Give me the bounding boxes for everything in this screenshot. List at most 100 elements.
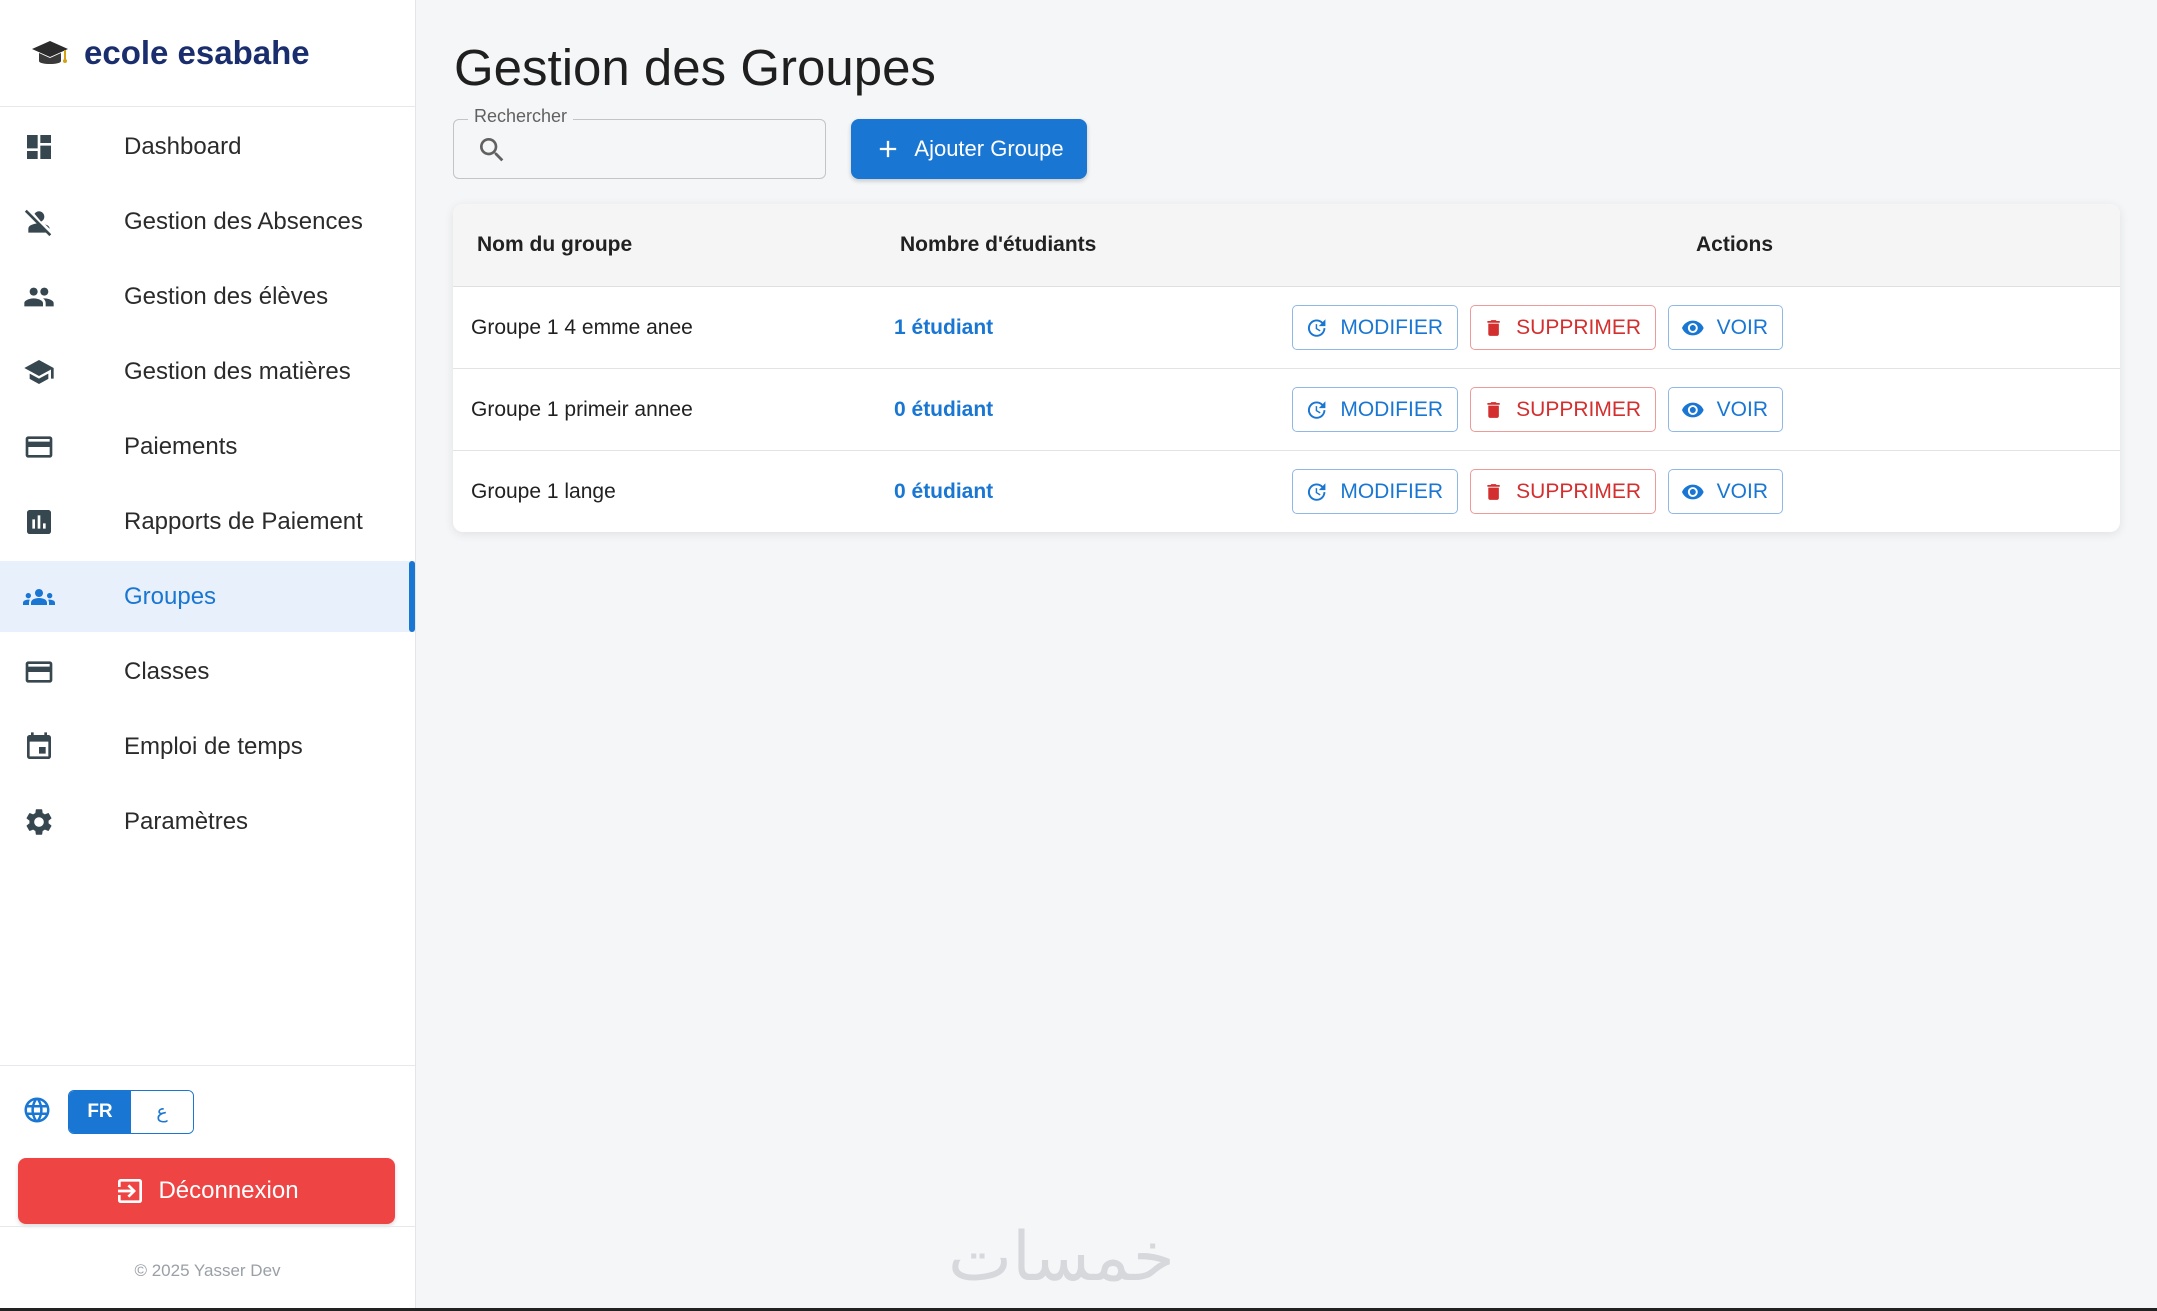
- brand-name: ecole esabahe: [84, 34, 310, 71]
- table-row: Groupe 1 4 emme anee 1 étudiant MODIFIER…: [453, 287, 2120, 369]
- group-name: Groupe 1 lange: [471, 480, 616, 503]
- sidebar-item-label: Emploi de temps: [124, 732, 303, 760]
- eye-icon: [1681, 402, 1704, 417]
- eye-icon: [1681, 320, 1704, 335]
- divider: [0, 1226, 415, 1227]
- sidebar-item-label: Paramètres: [124, 807, 249, 835]
- table-row: Groupe 1 lange 0 étudiant MODIFIER SUPPR…: [453, 451, 2120, 532]
- sidebar-item-dashboard[interactable]: Dashboard: [0, 111, 415, 182]
- sidebar-item-label: Paiements: [124, 432, 238, 460]
- add-group-label: Ajouter Groupe: [914, 136, 1064, 161]
- refresh-icon: [1307, 482, 1326, 501]
- sidebar-nav: Dashboard Gestion des Absences Gestion d…: [0, 107, 415, 857]
- dashboard-icon: [22, 130, 56, 164]
- refresh-icon: [1307, 400, 1326, 419]
- refresh-icon: [1307, 318, 1326, 337]
- lang-ar-button[interactable]: ع: [131, 1091, 193, 1133]
- sidebar-item-matieres[interactable]: Gestion des matières: [0, 336, 415, 407]
- edit-button[interactable]: MODIFIER: [1292, 387, 1458, 432]
- group-name: Groupe 1 4 emme anee: [471, 316, 693, 339]
- people-icon: [22, 280, 56, 314]
- lang-fr-button[interactable]: FR: [69, 1091, 131, 1133]
- student-count[interactable]: 1 étudiant: [894, 316, 993, 340]
- main-content: Gestion des Groupes Rechercher Ajouter G…: [417, 0, 2157, 1311]
- column-header-name: Nom du groupe: [477, 233, 633, 256]
- person-off-icon: [22, 205, 56, 239]
- sidebar-item-label: Gestion des Absences: [124, 207, 363, 235]
- search-icon: [476, 134, 508, 171]
- school-icon: [22, 355, 56, 389]
- watermark: خمسات: [948, 1218, 1175, 1297]
- row-actions: MODIFIER SUPPRIMER VOIR: [1292, 469, 1783, 514]
- view-label: VOIR: [1716, 315, 1768, 339]
- logout-icon: [118, 1179, 143, 1203]
- edit-button[interactable]: MODIFIER: [1292, 469, 1458, 514]
- group-name: Groupe 1 primeir annee: [471, 398, 693, 421]
- sidebar-item-parametres[interactable]: Paramètres: [0, 786, 415, 857]
- edit-label: MODIFIER: [1340, 315, 1443, 339]
- view-button[interactable]: VOIR: [1668, 305, 1783, 350]
- table-row: Groupe 1 primeir annee 0 étudiant MODIFI…: [453, 369, 2120, 451]
- view-button[interactable]: VOIR: [1668, 469, 1783, 514]
- edit-label: MODIFIER: [1340, 479, 1443, 503]
- table-header: Nom du groupe Nombre d'étudiants Actions: [453, 204, 2120, 287]
- delete-button[interactable]: SUPPRIMER: [1470, 305, 1656, 350]
- plus-icon: [880, 140, 897, 158]
- trash-icon: [1487, 483, 1500, 500]
- sidebar-item-absences[interactable]: Gestion des Absences: [0, 186, 415, 257]
- language-toggle: FR ع: [68, 1090, 194, 1134]
- sidebar-item-classes[interactable]: Classes: [0, 636, 415, 707]
- view-button[interactable]: VOIR: [1668, 387, 1783, 432]
- eye-icon: [1681, 484, 1704, 499]
- card-icon: [22, 655, 56, 689]
- trash-icon: [1487, 319, 1500, 336]
- calendar-icon: [22, 730, 56, 764]
- sidebar-item-eleves[interactable]: Gestion des élèves: [0, 261, 415, 332]
- logout-button[interactable]: Déconnexion: [18, 1158, 395, 1224]
- sidebar-item-label: Groupes: [124, 582, 217, 610]
- bar-chart-icon: [22, 505, 56, 539]
- groups-icon: [22, 580, 56, 614]
- delete-label: SUPPRIMER: [1516, 397, 1641, 421]
- delete-label: SUPPRIMER: [1516, 315, 1641, 339]
- credit-card-icon: [22, 430, 56, 464]
- edit-label: MODIFIER: [1340, 397, 1443, 421]
- sidebar-item-paiements[interactable]: Paiements: [0, 411, 415, 482]
- add-group-button[interactable]: Ajouter Groupe: [851, 119, 1087, 179]
- page-title: Gestion des Groupes: [454, 39, 936, 96]
- logout-label: Déconnexion: [158, 1177, 299, 1204]
- delete-label: SUPPRIMER: [1516, 479, 1641, 503]
- column-header-count: Nombre d'étudiants: [900, 233, 1097, 256]
- sidebar-item-label: Dashboard: [124, 132, 242, 160]
- sidebar-item-emploi[interactable]: Emploi de temps: [0, 711, 415, 782]
- search-label: Rechercher: [468, 106, 574, 127]
- edit-button[interactable]: MODIFIER: [1292, 305, 1458, 350]
- delete-button[interactable]: SUPPRIMER: [1470, 387, 1656, 432]
- sidebar-item-label: Rapports de Paiement: [124, 507, 363, 535]
- sidebar-item-label: Gestion des élèves: [124, 282, 329, 310]
- student-count[interactable]: 0 étudiant: [894, 480, 993, 504]
- sidebar-item-label: Classes: [124, 657, 210, 685]
- search-input[interactable]: [520, 130, 810, 168]
- sidebar-item-groupes[interactable]: Groupes: [0, 561, 415, 632]
- brand[interactable]: ecole esabahe: [0, 0, 415, 107]
- view-label: VOIR: [1716, 479, 1768, 503]
- globe-icon: [22, 1095, 52, 1130]
- sidebar-footer: FR ع Déconnexion © 2025 Yasser Dev: [0, 1065, 415, 1311]
- sidebar: ecole esabahe Dashboard Gestion des Abse…: [0, 0, 416, 1311]
- language-switcher: FR ع: [0, 1090, 415, 1134]
- delete-button[interactable]: SUPPRIMER: [1470, 469, 1656, 514]
- view-label: VOIR: [1716, 397, 1768, 421]
- row-actions: MODIFIER SUPPRIMER VOIR: [1292, 387, 1783, 432]
- trash-icon: [1487, 401, 1500, 418]
- sidebar-item-label: Gestion des matières: [124, 357, 351, 385]
- copyright: © 2025 Yasser Dev: [134, 1261, 281, 1280]
- graduation-cap-icon: [30, 33, 70, 73]
- sidebar-item-rapports[interactable]: Rapports de Paiement: [0, 486, 415, 557]
- student-count[interactable]: 0 étudiant: [894, 398, 993, 422]
- search-field[interactable]: Rechercher: [453, 106, 826, 179]
- row-actions: MODIFIER SUPPRIMER VOIR: [1292, 305, 1783, 350]
- groups-table: Nom du groupe Nombre d'étudiants Actions…: [453, 204, 2120, 532]
- column-header-actions: Actions: [1696, 233, 1774, 256]
- gear-icon: [22, 805, 56, 839]
